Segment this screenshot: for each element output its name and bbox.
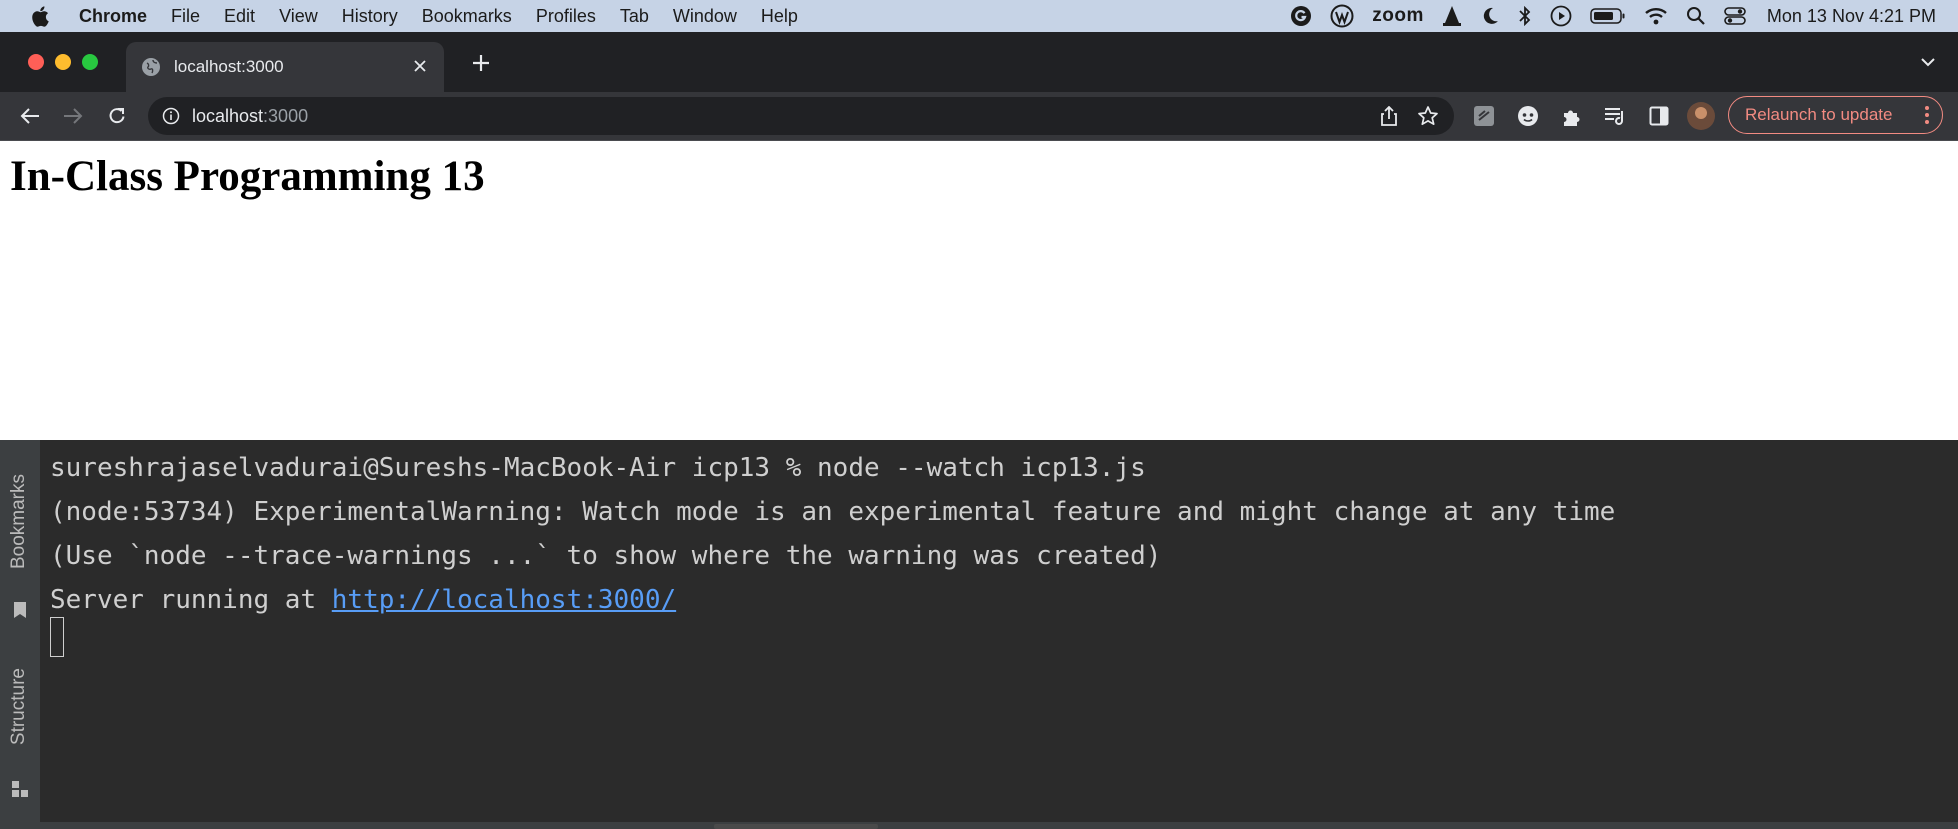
menu-window[interactable]: Window [661,6,749,27]
menu-file[interactable]: File [159,6,212,27]
site-info-icon[interactable] [162,107,180,125]
horizontal-scrollbar[interactable] [714,824,878,829]
bookmark-star-icon[interactable] [1416,105,1440,127]
relaunch-to-update-button[interactable]: Relaunch to update [1728,96,1943,134]
extension-notes-icon[interactable] [1470,102,1498,130]
menu-profiles[interactable]: Profiles [524,6,608,27]
zoom-status[interactable]: zoom [1372,5,1424,27]
menu-tab[interactable]: Tab [608,6,661,27]
tool-window-strip: Bookmarks Structure [0,440,41,829]
terminal-line-server: Server running at http://localhost:3000/ [50,578,1615,622]
more-menu-icon[interactable] [1922,105,1932,125]
reading-list-icon[interactable] [1601,102,1629,130]
server-prefix: Server running at [50,585,332,615]
tab-close-icon[interactable] [408,54,432,78]
play-icon[interactable] [1550,5,1572,27]
page-title: In-Class Programming 13 [10,153,485,200]
bluetooth-icon[interactable] [1518,6,1532,26]
forward-button[interactable] [59,102,87,130]
terminal-output[interactable]: sureshrajaselvadurai@Sureshs-MacBook-Air… [50,446,1615,622]
panel-bottom-bar [0,822,1958,829]
terminal-cursor [50,617,64,657]
tab-localhost[interactable]: localhost:3000 [126,42,444,92]
bookmarks-tool-label[interactable]: Bookmarks [8,474,30,569]
bookmark-icon[interactable] [11,601,29,619]
share-icon[interactable] [1378,105,1400,127]
back-button[interactable] [16,102,44,130]
extension-face-icon[interactable] [1514,102,1542,130]
window-close-button[interactable] [28,54,44,70]
structure-icon[interactable] [11,780,29,798]
browser-toolbar: localhost:3000 Relaunch to update [0,92,1958,141]
menu-bar: Chrome File Edit View History Bookmarks … [0,0,1958,32]
profile-avatar[interactable] [1687,102,1715,130]
server-url-link[interactable]: http://localhost:3000/ [332,585,676,615]
menu-view[interactable]: View [267,6,330,27]
new-tab-button[interactable] [466,48,496,78]
tab-strip: localhost:3000 [0,32,1958,92]
tab-title: localhost:3000 [174,57,284,76]
chevron-down-icon[interactable] [1916,50,1940,74]
wifi-icon[interactable] [1644,6,1668,26]
structure-tool-label[interactable]: Structure [8,668,30,745]
menu-help[interactable]: Help [749,6,810,27]
vlc-icon[interactable] [1442,5,1462,27]
menu-edit[interactable]: Edit [212,6,267,27]
extensions-puzzle-icon[interactable] [1558,102,1586,130]
moon-icon[interactable] [1480,6,1500,26]
control-center-icon[interactable] [1724,6,1746,26]
wordpress-icon[interactable] [1330,4,1354,28]
web-page: In-Class Programming 13 [0,141,1958,440]
status-area: zoom Mon 13 Nov 4:21 PM [1281,0,1958,32]
side-panel-icon[interactable] [1645,102,1673,130]
reload-button[interactable] [103,102,131,130]
grammarly-icon[interactable] [1290,5,1312,27]
url-port: :3000 [263,105,309,126]
menu-clock[interactable]: Mon 13 Nov 4:21 PM [1767,6,1936,27]
window-minimize-button[interactable] [55,54,71,70]
battery-icon[interactable] [1590,7,1626,25]
window-fullscreen-button[interactable] [82,54,98,70]
menu-bookmarks[interactable]: Bookmarks [410,6,524,27]
terminal-line: sureshrajaselvadurai@Sureshs-MacBook-Air… [50,453,1146,483]
menu-history[interactable]: History [330,6,410,27]
terminal-line: (Use `node --trace-warnings ...` to show… [50,541,1162,571]
globe-icon [142,58,160,76]
apple-icon[interactable] [25,5,55,27]
url-text[interactable]: localhost:3000 [192,106,308,127]
relaunch-label: Relaunch to update [1745,105,1893,124]
terminal-line: (node:53734) ExperimentalWarning: Watch … [50,497,1616,527]
terminal-panel[interactable]: Bookmarks Structure sureshrajaselvadurai… [0,440,1958,829]
url-host: localhost [192,105,264,126]
menu-app-name[interactable]: Chrome [67,6,159,27]
address-bar[interactable]: localhost:3000 [148,97,1454,135]
spotlight-search-icon[interactable] [1686,6,1706,26]
